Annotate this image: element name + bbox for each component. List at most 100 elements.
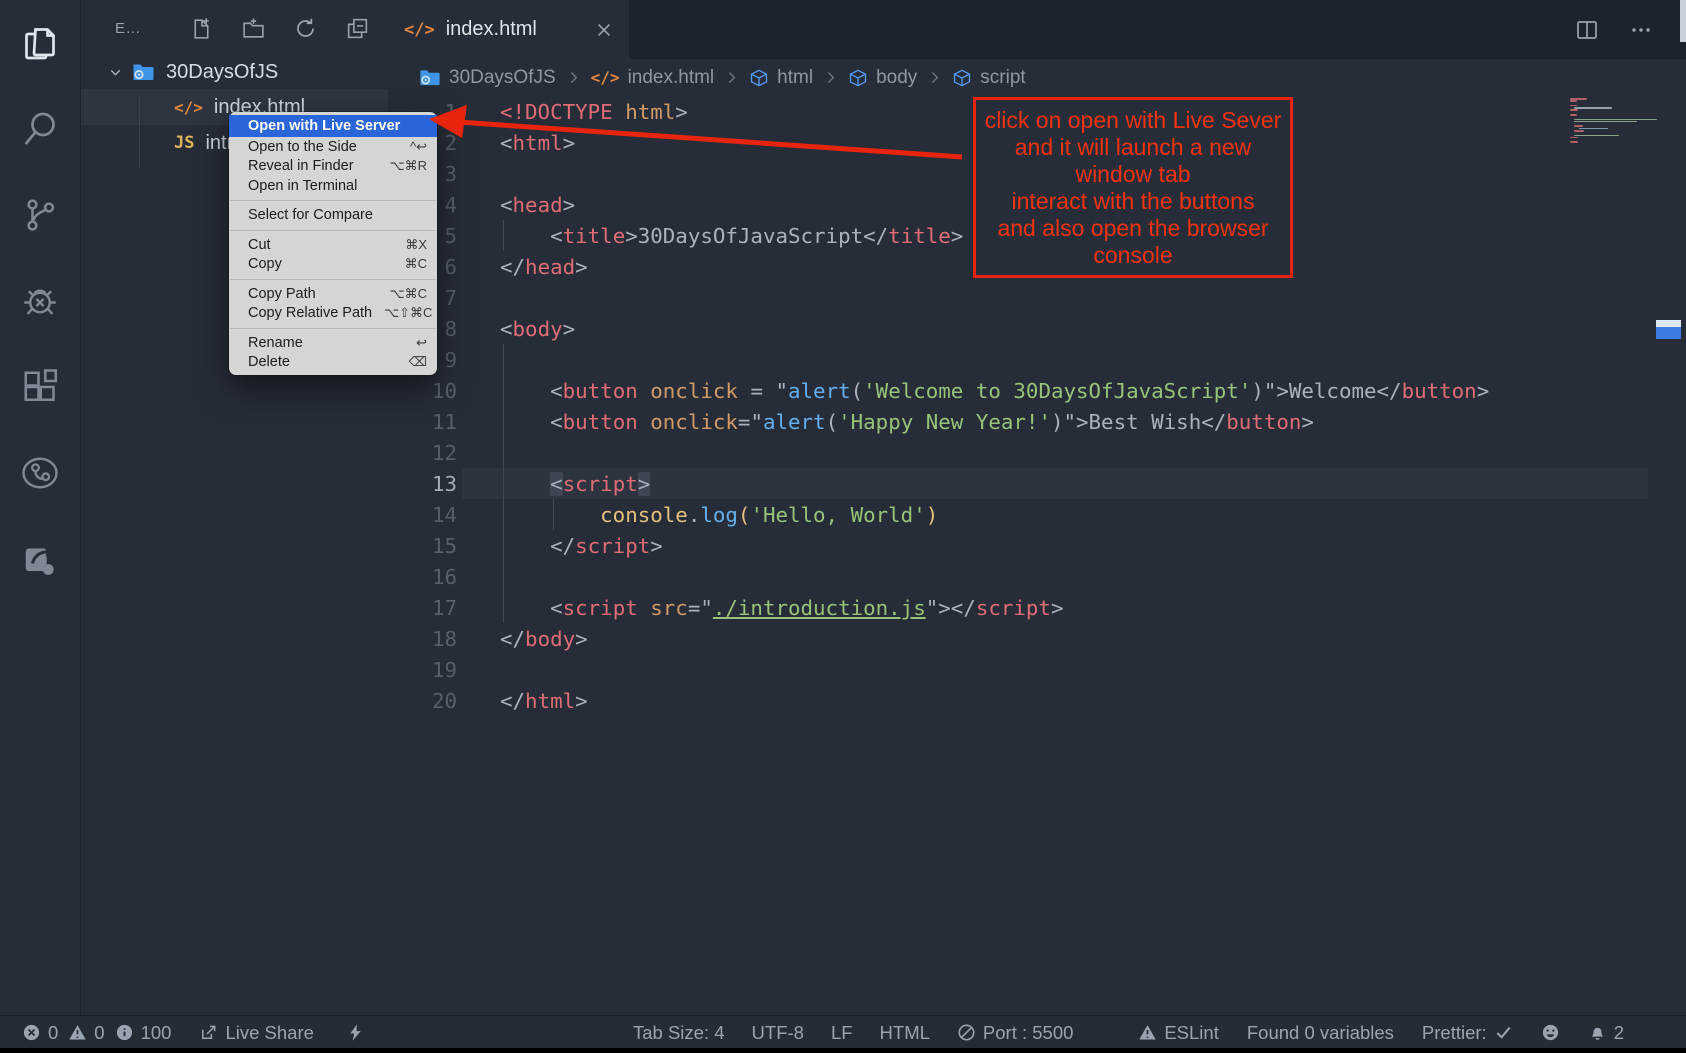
menu-item-copy[interactable]: Copy ⌘C bbox=[229, 255, 437, 275]
symbol-cube-icon bbox=[848, 68, 868, 88]
code-line: 16 bbox=[388, 561, 1686, 592]
status-label: LF bbox=[831, 1022, 853, 1044]
menu-item-open-to-the-side[interactable]: Open to the Side ^↩ bbox=[229, 137, 437, 157]
code-line: 15 </script> bbox=[388, 530, 1686, 561]
status-tab-size[interactable]: Tab Size: 4 bbox=[633, 1022, 725, 1044]
minimap-line bbox=[1570, 109, 1578, 111]
menu-item-label: Copy Path bbox=[248, 286, 316, 302]
status-bar: 00 100 Live Share Tab Size: 4 UTF-8 LF HTML Po… bbox=[0, 1015, 1686, 1049]
minimap-line bbox=[1574, 121, 1637, 123]
menu-item-rename[interactable]: Rename ↩ bbox=[229, 333, 437, 353]
symbol-cube-icon bbox=[952, 68, 972, 88]
code-text: <button onclick="alert('Happy New Year!'… bbox=[500, 410, 1314, 434]
code-line: 7 bbox=[388, 282, 1686, 313]
status-encoding[interactable]: UTF-8 bbox=[752, 1022, 804, 1044]
status-warnings[interactable]: 0 bbox=[68, 1022, 104, 1044]
code-line: 12 bbox=[388, 437, 1686, 468]
files-icon bbox=[19, 22, 61, 64]
bell-icon bbox=[1588, 1023, 1607, 1042]
menu-item-label: Cut bbox=[248, 237, 271, 253]
breadcrumb-30daysofjs[interactable]: 30DaysOfJS bbox=[418, 66, 556, 89]
status-label: 0 bbox=[48, 1022, 58, 1044]
activity-extensions[interactable] bbox=[0, 344, 80, 430]
code-line: 18 </body> bbox=[388, 623, 1686, 654]
status-variables[interactable]: Found 0 variables bbox=[1247, 1022, 1394, 1044]
annotation-text: window tab bbox=[976, 161, 1290, 188]
code-line: 10 <button onclick = "alert('Welcome to … bbox=[388, 375, 1686, 406]
new-folder-button[interactable] bbox=[241, 16, 266, 41]
annotation-text: and it will launch a new bbox=[976, 134, 1290, 161]
status-errors[interactable]: 0 bbox=[22, 1022, 58, 1044]
split-editor-icon[interactable] bbox=[1574, 17, 1600, 43]
activity-search[interactable] bbox=[0, 86, 80, 172]
refresh-button[interactable] bbox=[293, 16, 318, 41]
minimap[interactable] bbox=[1570, 98, 1666, 144]
activity-source-control[interactable] bbox=[0, 172, 80, 258]
git-icon bbox=[19, 194, 61, 236]
html-file-icon: </> bbox=[174, 98, 203, 117]
menu-item-delete[interactable]: Delete ⌫ bbox=[229, 353, 437, 373]
line-number: 13 bbox=[388, 472, 457, 496]
more-actions-icon[interactable] bbox=[1628, 17, 1654, 43]
status-problems-info[interactable]: 100 bbox=[115, 1022, 172, 1044]
explorer-actions bbox=[189, 16, 370, 41]
menu-item-open-in-terminal[interactable]: Open in Terminal bbox=[229, 176, 437, 196]
breadcrumb-label: body bbox=[876, 67, 917, 89]
menu-item-reveal-in-finder[interactable]: Reveal in Finder ⌥⌘R bbox=[229, 157, 437, 177]
folder-row-30daysofjs[interactable]: 30DaysOfJS bbox=[81, 55, 388, 89]
breadcrumb-label: script bbox=[980, 67, 1025, 89]
minimap-line bbox=[1574, 107, 1611, 109]
menu-item-shortcut: ⌥⇧⌘C bbox=[384, 305, 432, 321]
status-label: HTML bbox=[880, 1022, 930, 1044]
status-prettier[interactable]: Prettier: bbox=[1422, 1022, 1513, 1044]
breadcrumb-script[interactable]: script bbox=[952, 67, 1025, 89]
explorer-header: E… bbox=[81, 0, 388, 41]
code-text: console.log('Hello, World') bbox=[500, 503, 938, 527]
activity-run-debug[interactable] bbox=[0, 258, 80, 344]
symbol-cube-icon bbox=[749, 68, 769, 88]
code-line: 9 bbox=[388, 344, 1686, 375]
menu-item-select-for-compare[interactable]: Select for Compare bbox=[229, 206, 437, 226]
folder-label: 30DaysOfJS bbox=[166, 61, 278, 84]
breadcrumb-html[interactable]: html bbox=[749, 67, 813, 89]
explorer-title: E… bbox=[115, 20, 141, 37]
activity-share[interactable] bbox=[0, 516, 80, 602]
menu-item-cut[interactable]: Cut ⌘X bbox=[229, 235, 437, 255]
line-number: 11 bbox=[388, 410, 457, 434]
status-language-mode[interactable]: HTML bbox=[880, 1022, 930, 1044]
activity-explorer[interactable] bbox=[0, 0, 80, 86]
activity-live-share[interactable] bbox=[0, 430, 80, 516]
status-eol[interactable]: LF bbox=[831, 1022, 853, 1044]
code-text: <!DOCTYPE html> bbox=[500, 100, 688, 124]
status-eslint[interactable]: ESLint bbox=[1138, 1022, 1219, 1044]
menu-item-copy-relative-path[interactable]: Copy Relative Path ⌥⇧⌘C bbox=[229, 304, 437, 324]
status-live-share[interactable]: Live Share bbox=[199, 1022, 313, 1044]
status-port[interactable]: Port : 5500 bbox=[957, 1022, 1074, 1044]
minimap-line bbox=[1570, 114, 1577, 116]
breadcrumb-index-html[interactable]: </>index.html bbox=[591, 67, 715, 89]
new-file-icon bbox=[189, 16, 214, 41]
new-file-button[interactable] bbox=[189, 16, 214, 41]
menu-item-open-with-live-server[interactable]: Open with Live Server bbox=[229, 115, 437, 137]
slash-circle-icon bbox=[957, 1023, 976, 1042]
tab-index-html[interactable]: </> index.html bbox=[388, 0, 629, 59]
breadcrumb-body[interactable]: body bbox=[848, 67, 917, 89]
overview-ruler-marker bbox=[1656, 320, 1681, 327]
close-icon[interactable] bbox=[595, 21, 613, 39]
warning-icon bbox=[68, 1023, 87, 1042]
status-quick-action[interactable] bbox=[346, 1023, 365, 1042]
vscode-window: E… 30DaysOfJS </> index.html JS introduc… bbox=[0, 0, 1686, 1053]
menu-item-shortcut: ⌘X bbox=[405, 237, 427, 253]
collapse-all-button[interactable] bbox=[345, 16, 370, 41]
chevron-right-icon bbox=[926, 69, 943, 86]
status-notifications[interactable]: 2 bbox=[1588, 1022, 1624, 1044]
js-file-icon: JS bbox=[174, 133, 194, 153]
menu-item-copy-path[interactable]: Copy Path ⌥⌘C bbox=[229, 284, 437, 304]
line-number: 17 bbox=[388, 596, 457, 620]
status-feedback[interactable] bbox=[1541, 1023, 1560, 1042]
status-label: Tab Size: 4 bbox=[633, 1022, 725, 1044]
menu-item-label: Copy bbox=[248, 256, 282, 272]
chevron-down-icon bbox=[107, 64, 124, 81]
code-text: </script> bbox=[500, 534, 663, 558]
chevron-right-icon bbox=[565, 69, 582, 86]
